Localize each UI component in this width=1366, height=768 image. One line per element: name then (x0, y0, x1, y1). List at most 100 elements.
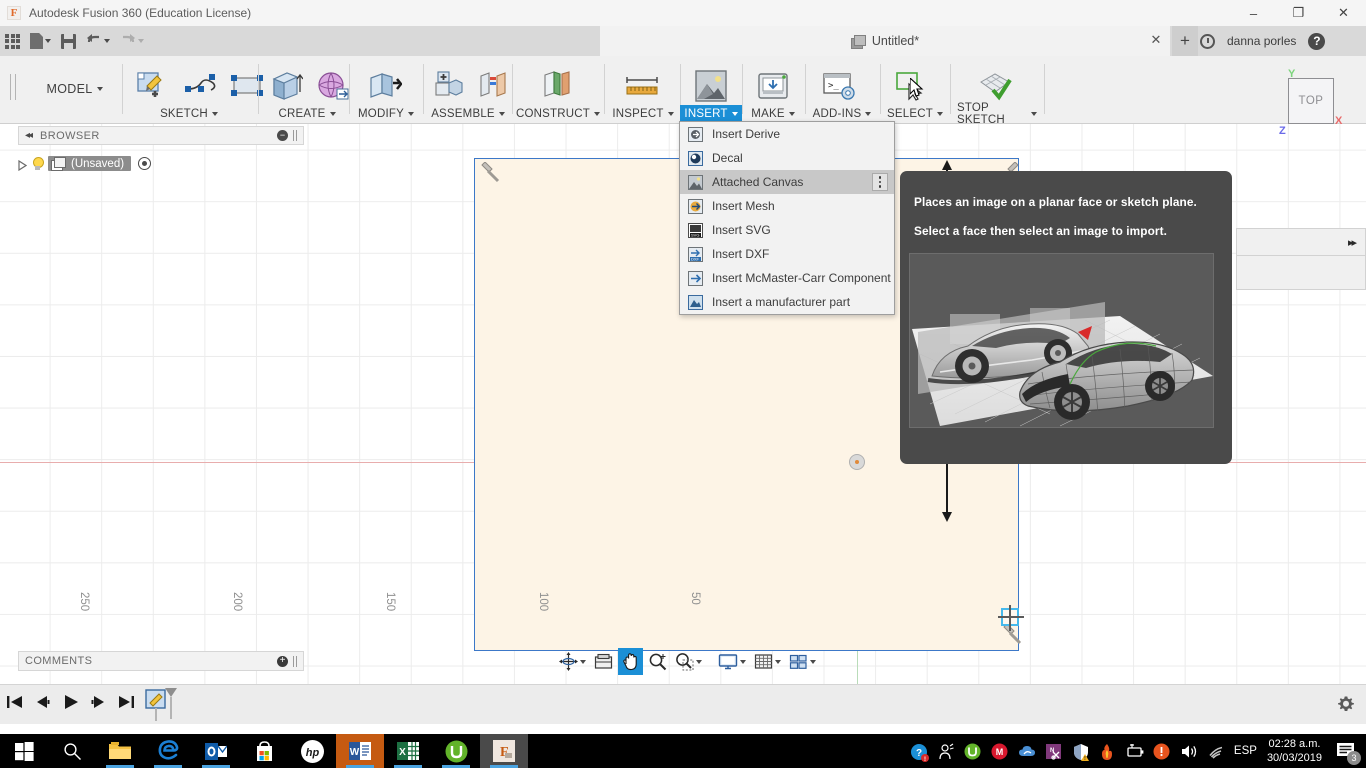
browser-root-row[interactable]: (Unsaved) (18, 154, 152, 173)
job-status-clock-icon[interactable] (1200, 33, 1215, 49)
menu-item-attached-canvas[interactable]: Attached Canvas (680, 170, 894, 194)
battery-tray-icon[interactable] (1126, 743, 1144, 760)
expand-triangle-icon[interactable] (18, 158, 28, 172)
tab-untitled[interactable]: Untitled* (600, 26, 1170, 56)
microsoft-store-button[interactable] (240, 734, 288, 768)
step-forward-button[interactable] (90, 694, 106, 710)
action-center-button[interactable]: 3 (1336, 741, 1361, 765)
wifi-tray-icon[interactable] (1207, 743, 1224, 760)
close-tab-button[interactable]: ✕ (1148, 32, 1164, 48)
menu-item-insert-dxf[interactable]: DXF Insert DXF (680, 242, 894, 266)
display-settings-button[interactable] (715, 648, 749, 675)
offset-plane-button[interactable] (530, 62, 582, 108)
menu-item-insert-mesh[interactable]: Insert Mesh (680, 194, 894, 218)
utorrent-button[interactable] (432, 734, 480, 768)
volume-tray-icon[interactable] (1180, 743, 1197, 760)
flame-tray-icon[interactable] (1099, 743, 1116, 760)
orbit-button[interactable] (556, 648, 589, 675)
comments-panel-header[interactable]: COMMENTS + (18, 651, 304, 671)
people-tray-icon[interactable] (937, 743, 954, 760)
new-tab-button[interactable]: + (1172, 26, 1198, 56)
menu-item-mcmaster-carr[interactable]: Insert McMaster-Carr Component (680, 266, 894, 290)
browser-root-chip[interactable]: (Unsaved) (48, 156, 132, 171)
go-to-end-button[interactable] (118, 694, 134, 710)
menu-item-decal[interactable]: Decal (680, 146, 894, 170)
close-button[interactable]: ✕ (1321, 0, 1366, 26)
collapse-browser-icon[interactable]: ◂◂ (25, 130, 33, 141)
help-support-tray-icon[interactable]: ? ! (910, 743, 929, 763)
word-button[interactable]: W (336, 734, 384, 768)
assemble-group-label[interactable]: ASSEMBLE (424, 105, 512, 122)
username-label[interactable]: danna porles (1227, 34, 1296, 48)
sketch-origin-point[interactable] (849, 454, 865, 470)
browser-minimize-icon[interactable]: − (277, 130, 288, 141)
menu-item-insert-svg[interactable]: SVG Insert SVG (680, 218, 894, 242)
insert-canvas-button[interactable] (684, 62, 736, 108)
ribbon-drag-handle[interactable] (10, 74, 16, 100)
timeline-sketch-marker[interactable] (145, 688, 177, 722)
scripts-addins-button[interactable]: >_ (812, 62, 864, 108)
windows-defender-tray-icon[interactable]: ! (1072, 743, 1089, 762)
file-explorer-button[interactable] (96, 734, 144, 768)
menu-item-overflow-icon[interactable] (872, 173, 888, 191)
pan-button[interactable] (618, 648, 643, 675)
onenote-clipper-tray-icon[interactable]: N (1045, 743, 1062, 760)
cloud-sync-tray-icon[interactable] (1018, 743, 1035, 760)
make-group-label[interactable]: MAKE (744, 105, 802, 122)
start-button[interactable] (0, 734, 48, 768)
view-cube[interactable]: TOP Y X Z (1270, 68, 1362, 146)
excel-button[interactable]: X (384, 734, 432, 768)
browser-header[interactable]: ◂◂ BROWSER − (18, 126, 304, 145)
viewports-button[interactable] (786, 648, 819, 675)
browser-resize-grip[interactable] (293, 130, 297, 141)
step-back-button[interactable] (34, 694, 50, 710)
sketch-group-label[interactable]: SKETCH (152, 105, 226, 122)
create-group-label[interactable]: CREATE (272, 105, 342, 122)
inspect-group-label[interactable]: INSPECT (606, 105, 680, 122)
play-button[interactable] (62, 694, 78, 710)
add-comment-icon[interactable]: + (277, 655, 288, 667)
minimize-button[interactable]: – (1231, 0, 1276, 26)
grid-snaps-button[interactable] (751, 648, 784, 675)
move-gizmo-handle[interactable] (998, 605, 1024, 631)
workspace-selector[interactable]: MODEL (36, 78, 114, 100)
search-button[interactable] (48, 734, 96, 768)
app-grid-button[interactable] (0, 26, 25, 56)
action-alert-tray-icon[interactable] (1153, 743, 1170, 760)
measure-button[interactable] (615, 62, 667, 108)
stop-sketch-group-label[interactable]: STOP SKETCH (952, 102, 1042, 126)
hp-app-button[interactable]: hp (288, 734, 336, 768)
look-at-button[interactable] (591, 648, 616, 675)
modify-group-label[interactable]: MODIFY (352, 105, 420, 122)
view-cube-face[interactable]: TOP (1288, 78, 1334, 124)
select-group-label[interactable]: SELECT (882, 105, 948, 122)
mega-tray-icon[interactable]: M (991, 743, 1008, 760)
maximize-button[interactable]: ❐ (1276, 0, 1321, 26)
edge-browser-button[interactable] (144, 734, 192, 768)
fit-button[interactable] (672, 648, 705, 675)
zoom-button[interactable] (645, 648, 670, 675)
right-flyout-panel[interactable]: ▸▸ (1236, 228, 1366, 256)
resize-handle-bottom-right[interactable] (1000, 623, 1022, 646)
visibility-bulb-icon[interactable] (31, 156, 44, 171)
clock-widget[interactable]: 02:28 a.m. 30/03/2019 (1267, 737, 1322, 765)
redo-button[interactable] (115, 26, 149, 56)
fusion360-button[interactable]: F (480, 734, 528, 768)
revolve-button[interactable] (306, 62, 358, 108)
insert-group-label[interactable]: INSERT (680, 105, 742, 122)
undo-button[interactable] (81, 26, 115, 56)
settings-gear-button[interactable] (1336, 694, 1356, 714)
outlook-button[interactable] (192, 734, 240, 768)
press-pull-button[interactable] (358, 62, 410, 108)
menu-item-insert-derive[interactable]: Insert Derive (680, 122, 894, 146)
help-icon[interactable]: ? (1308, 32, 1326, 50)
go-to-beginning-button[interactable] (6, 694, 22, 710)
component-activate-radio[interactable] (138, 157, 152, 170)
expand-right-icon[interactable]: ▸▸ (1348, 236, 1357, 249)
new-document-button[interactable] (25, 26, 56, 56)
save-button[interactable] (56, 26, 81, 56)
3d-print-button[interactable] (746, 62, 798, 108)
menu-item-manufacturer-part[interactable]: Insert a manufacturer part (680, 290, 894, 314)
language-indicator[interactable]: ESP (1234, 745, 1257, 757)
create-sketch-button[interactable] (126, 62, 178, 108)
